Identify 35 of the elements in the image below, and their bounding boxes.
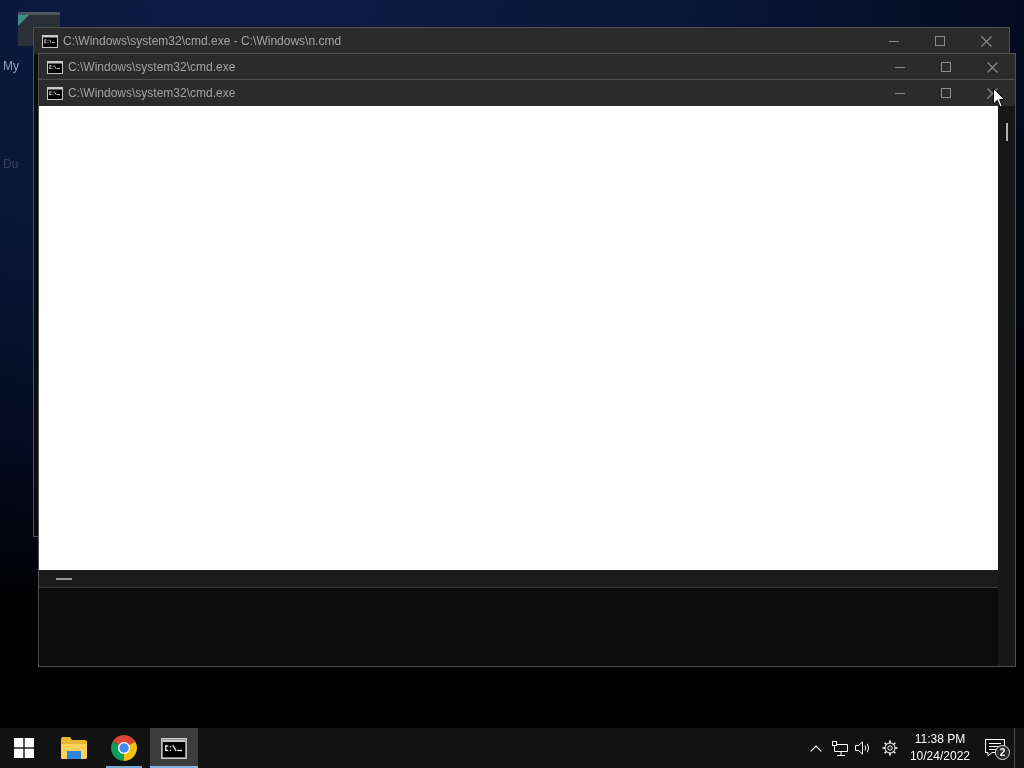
title-bar[interactable]: C:\Windows\system32\cmd.exe - C:\Windows\n.cmd — [34, 28, 1009, 54]
title-bar[interactable]: C:\Windows\system32\cmd.exe — [39, 54, 1015, 80]
window-title: C:\Windows\system32\cmd.exe — [68, 60, 236, 74]
console-icon — [47, 86, 63, 100]
message-icon — [985, 739, 1005, 757]
maximize-icon — [935, 36, 945, 46]
title-bar[interactable]: C:\Windows\system32\cmd.exe — [39, 80, 1015, 106]
maximize-icon — [941, 88, 951, 98]
console-icon — [42, 34, 58, 48]
desktop-icon-label[interactable]: My — [3, 59, 19, 73]
minimize-icon — [889, 40, 899, 42]
browser-icon — [111, 735, 137, 761]
taskbar-button[interactable] — [150, 728, 198, 768]
close-icon — [980, 35, 992, 47]
window-title: C:\Windows\system32\cmd.exe — [68, 86, 236, 100]
windows-logo-icon — [14, 738, 34, 758]
close-icon — [986, 87, 998, 99]
scrollbar-thumb[interactable] — [1005, 123, 1008, 141]
maximize-icon — [941, 62, 951, 72]
scrollbar[interactable] — [998, 106, 1015, 666]
notifications-button[interactable]: 2 — [976, 728, 1014, 768]
console-icon — [161, 737, 187, 759]
console-icon — [47, 60, 63, 74]
gear-icon — [881, 740, 898, 756]
minimize-icon — [895, 92, 905, 94]
minimize-icon — [895, 66, 905, 68]
folder-icon — [61, 737, 87, 759]
notification-badge: 2 — [995, 745, 1010, 760]
mouse-pointer-icon — [993, 88, 1005, 108]
close-icon — [986, 61, 998, 73]
text-cursor-icon — [56, 577, 72, 580]
window-title: C:\Windows\system32\cmd.exe - C:\Windows\n.cmd — [63, 34, 342, 48]
clock-button[interactable]: 11:38 PM 10/24/2022 — [903, 728, 976, 768]
chevron-up-icon — [809, 744, 822, 752]
network-icon — [831, 740, 848, 756]
